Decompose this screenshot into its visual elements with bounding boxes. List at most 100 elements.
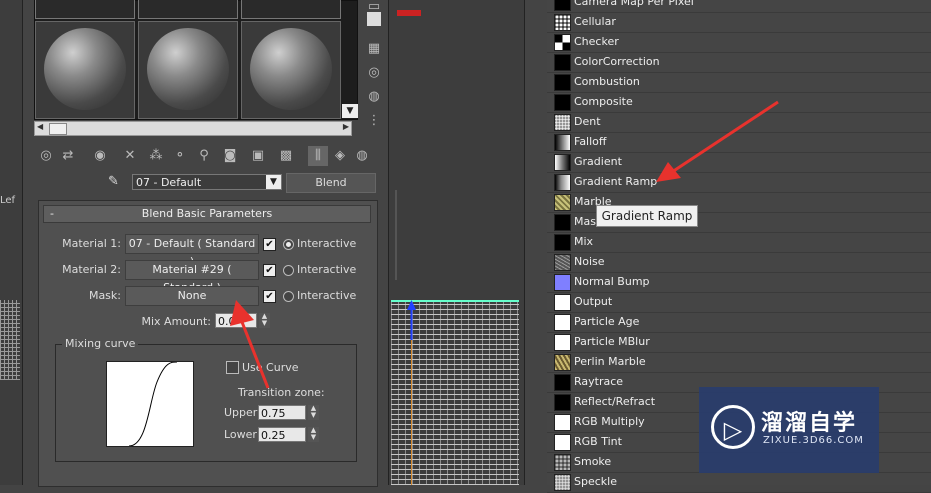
map-list-item[interactable]: Composite [547, 92, 931, 113]
map-list-item[interactable]: Speckle [547, 472, 931, 493]
put-to-library-icon[interactable]: ⚲ [194, 146, 214, 166]
map-name: Combustion [574, 75, 640, 88]
map-name: Gradient Ramp [574, 175, 658, 188]
upper-spinner[interactable]: ▲ ▼ [308, 405, 319, 420]
object-axis-line [411, 315, 412, 485]
mask-enable-checkbox[interactable]: ✔ [263, 290, 276, 303]
material1-enable-checkbox[interactable]: ✔ [263, 238, 276, 251]
map-list-item[interactable]: Normal Bump [547, 272, 931, 293]
map-name: Perlin Marble [574, 355, 646, 368]
map-swatch-icon [554, 174, 571, 191]
make-preview-icon[interactable]: ⋮ [365, 112, 383, 130]
make-copy-icon[interactable]: ⁂ [146, 146, 166, 166]
side-toolbar: ▭ ▦ ◎ ◍ ⋮ [365, 0, 387, 140]
material-name-value: 07 - Default [136, 176, 202, 189]
map-list-item[interactable]: Particle Age [547, 312, 931, 333]
material-name-field[interactable]: 07 - Default ▼ [132, 174, 282, 190]
scroll-left-icon[interactable]: ◀ [37, 122, 43, 131]
lower-spinner[interactable]: ▲ ▼ [308, 427, 319, 442]
map-swatch-icon [554, 294, 571, 311]
map-list-item[interactable]: Gradient Ramp [547, 172, 931, 193]
map-name: Particle MBlur [574, 335, 650, 348]
mask-interactive-radio[interactable] [283, 291, 294, 302]
mask-button[interactable]: None [125, 286, 259, 306]
watermark-brand: 溜溜自学 [761, 411, 858, 436]
show-map-icon[interactable]: ▣ [248, 146, 268, 166]
reset-map-icon[interactable]: ✕ [120, 146, 140, 166]
map-list-item[interactable]: Perlin Marble [547, 352, 931, 373]
select-by-material-icon[interactable]: ◍ [352, 146, 372, 166]
uv-tiling-icon[interactable]: ◎ [365, 64, 383, 82]
viewport-label[interactable]: Lef [0, 195, 15, 206]
map-name: Dent [574, 115, 601, 128]
map-list-item[interactable]: Falloff [547, 132, 931, 153]
sample-slot[interactable] [138, 0, 238, 19]
map-name: Normal Bump [574, 275, 650, 288]
sample-slot[interactable] [241, 21, 341, 119]
map-list-item[interactable]: Particle MBlur [547, 332, 931, 353]
eyedropper-icon[interactable]: ✎ [108, 174, 124, 190]
scroll-down-button[interactable]: ▼ [342, 104, 358, 118]
mix-amount-input[interactable]: 0.0 [215, 313, 257, 328]
map-swatch-icon [554, 34, 571, 51]
axis-gizmo-x [397, 10, 421, 16]
sample-slot[interactable] [138, 21, 238, 119]
sample-slot[interactable] [35, 21, 135, 119]
map-list-item[interactable]: Cellular [547, 12, 931, 33]
mix-amount-spinner[interactable]: ▲ ▼ [259, 313, 270, 328]
material-id-icon[interactable]: ◙ [220, 146, 240, 166]
scroll-thumb[interactable] [49, 123, 67, 135]
map-name: Checker [574, 35, 619, 48]
rollout-header[interactable]: - Blend Basic Parameters [43, 205, 371, 223]
scroll-right-icon[interactable]: ▶ [343, 122, 349, 131]
material-editor-panel: ▼ ◀ ▶ ▭ ▦ ◎ ◍ ⋮ ◎ ⇄ ◉ ✕ ⁂ ⚬ ⚲ ◙ ▣ ▩ ⫼ ◈ … [24, 0, 387, 487]
material2-button[interactable]: Material #29 ( Standard ) [125, 260, 259, 294]
material2-interactive-label: Interactive [297, 263, 357, 276]
material2-label: Material 2: [62, 263, 121, 276]
horizontal-scrollbar[interactable]: ◀ ▶ [34, 121, 352, 136]
chevron-down-icon[interactable]: ▼ [266, 175, 281, 189]
sample-slot[interactable] [35, 0, 135, 19]
use-curve-checkbox[interactable] [226, 361, 239, 374]
get-material-icon[interactable]: ◎ [36, 146, 56, 166]
left-viewport[interactable]: Lef [0, 0, 23, 485]
map-list-item[interactable]: Mix [547, 232, 931, 253]
map-list-item[interactable]: Noise [547, 252, 931, 273]
map-swatch-icon [554, 14, 571, 31]
map-list-item[interactable]: Checker [547, 32, 931, 53]
show-end-result-icon[interactable]: ▩ [276, 146, 296, 166]
map-name: Camera Map Per Pixel [574, 0, 694, 8]
video-color-check-icon[interactable]: ◍ [365, 88, 383, 106]
make-unique-icon[interactable]: ⚬ [170, 146, 190, 166]
material2-enable-checkbox[interactable]: ✔ [263, 264, 276, 277]
map-list-item[interactable]: Dent [547, 112, 931, 133]
map-list-item[interactable]: Gradient [547, 152, 931, 173]
map-swatch-icon [554, 354, 571, 371]
blend-parameters-rollout: - Blend Basic Parameters Material 1: 07 … [38, 200, 378, 487]
material2-interactive-radio[interactable] [283, 265, 294, 276]
material-type-button[interactable]: Blend [286, 173, 376, 193]
material-editor-toolbar: ◎ ⇄ ◉ ✕ ⁂ ⚬ ⚲ ◙ ▣ ▩ ⫼ ◈ ◍ [36, 146, 376, 168]
background-icon[interactable]: ▦ [365, 40, 383, 58]
backlight-icon[interactable] [367, 12, 381, 26]
sample-slot[interactable] [241, 0, 341, 19]
material1-button[interactable]: 07 - Default ( Standard ) [125, 234, 259, 268]
upper-input[interactable]: 0.75 [258, 405, 306, 420]
map-swatch-icon [554, 0, 571, 11]
put-to-scene-icon[interactable]: ⇄ [58, 146, 78, 166]
map-swatch-icon [554, 54, 571, 71]
map-name: Particle Age [574, 315, 640, 328]
material1-interactive-radio[interactable] [283, 239, 294, 250]
map-list-item[interactable]: Combustion [547, 72, 931, 93]
perspective-viewport[interactable] [388, 0, 525, 485]
map-swatch-icon [554, 314, 571, 331]
collapse-icon[interactable]: - [50, 206, 54, 222]
lower-input[interactable]: 0.25 [258, 427, 306, 442]
map-list-item[interactable]: ColorCorrection [547, 52, 931, 73]
assign-to-selection-icon[interactable]: ◉ [90, 146, 110, 166]
go-to-parent-icon[interactable]: ⫼ [308, 146, 328, 166]
map-swatch-icon [554, 414, 571, 431]
go-forward-sibling-icon[interactable]: ◈ [330, 146, 350, 166]
map-list-item[interactable]: Output [547, 292, 931, 313]
sample-sphere [250, 28, 332, 110]
